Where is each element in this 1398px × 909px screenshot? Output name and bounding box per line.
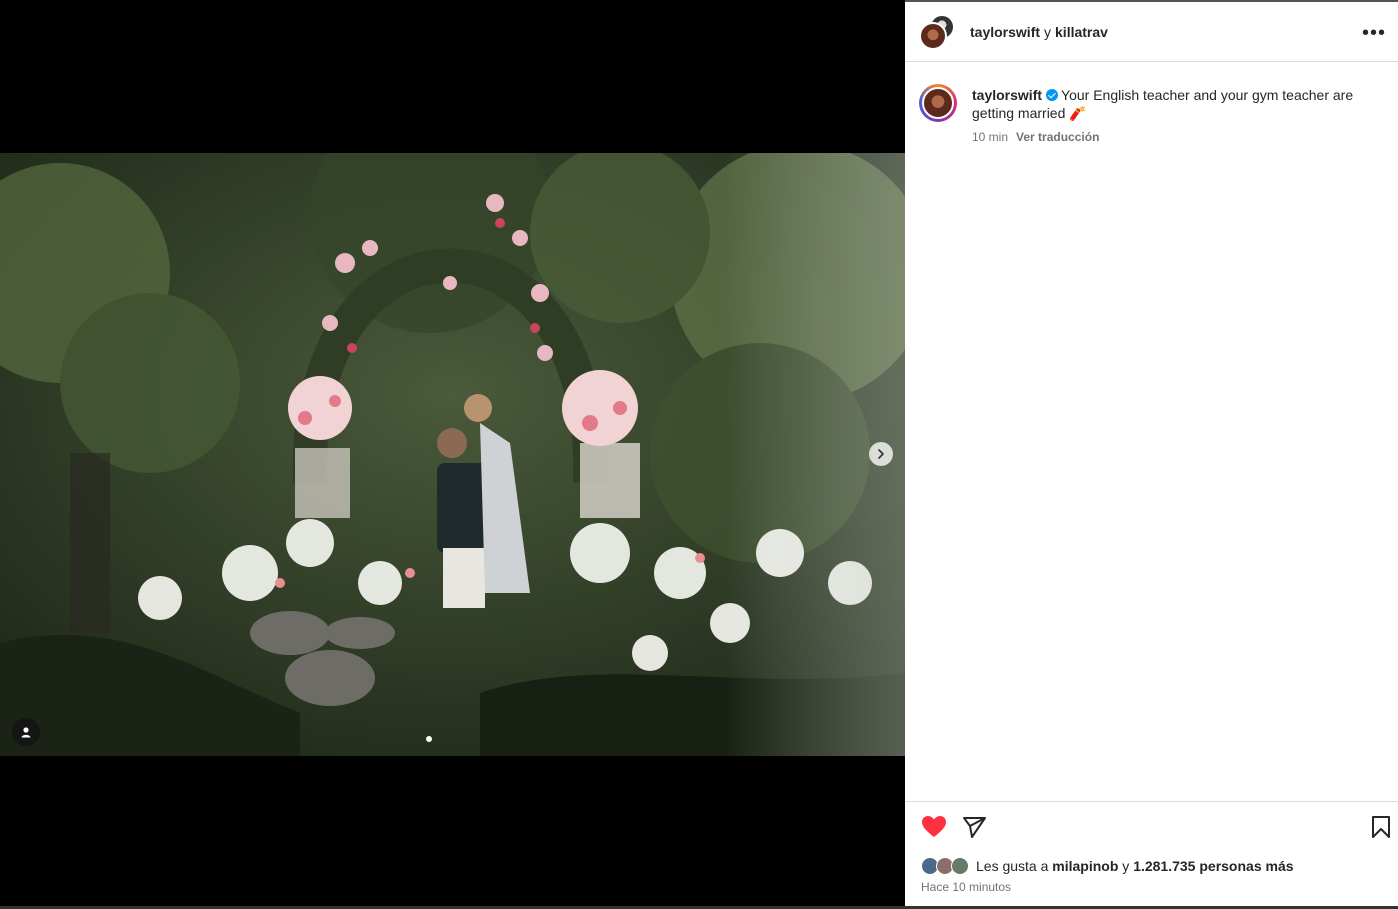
username-link[interactable]: killatrav	[1055, 24, 1108, 40]
media-pane	[0, 0, 905, 909]
liker-avatars[interactable]	[921, 857, 971, 875]
translate-link[interactable]: Ver traducción	[1016, 130, 1099, 144]
first-liker-link[interactable]: milapinob	[1052, 858, 1118, 874]
user-icon	[21, 727, 31, 738]
collab-usernames: taylorswift y killatrav	[970, 24, 1108, 40]
caption-username[interactable]: taylorswift	[972, 87, 1042, 103]
caption-body: taylorswift Your English teacher and your…	[972, 86, 1372, 122]
post-sidebar: taylorswift y killatrav ••• taylorswift You…	[905, 0, 1398, 909]
username-separator: y	[1044, 23, 1052, 40]
likes-summary: Les gusta a milapinob y 1.281.735 person…	[921, 857, 1294, 875]
collab-avatars[interactable]	[919, 13, 955, 50]
like-button[interactable]	[921, 815, 947, 844]
more-options-icon[interactable]: •••	[1362, 22, 1386, 45]
carousel-dot	[426, 736, 432, 742]
share-button[interactable]	[962, 815, 988, 844]
heart-icon	[922, 816, 946, 837]
chevron-right-icon	[878, 449, 884, 459]
likes-count-link[interactable]: 1.281.735 personas más	[1133, 858, 1293, 874]
verified-badge-icon	[1046, 89, 1059, 101]
post-header: taylorswift y killatrav •••	[905, 2, 1398, 62]
post-timestamp: Hace 10 minutos	[921, 880, 1012, 894]
likes-prefix: Les gusta a	[976, 858, 1049, 874]
carousel-next-button[interactable]	[869, 442, 893, 466]
avatar	[919, 21, 947, 50]
garden-scene	[0, 153, 905, 756]
action-bar	[921, 815, 1391, 841]
likes-connector: y	[1122, 858, 1130, 874]
tagged-users-button[interactable]	[12, 718, 40, 746]
divider	[905, 801, 1398, 802]
caption-avatar[interactable]	[919, 84, 957, 122]
username-link[interactable]: taylorswift	[970, 24, 1040, 40]
caption-meta: 10 min Ver traducción	[972, 130, 1099, 144]
save-button[interactable]	[1371, 815, 1391, 844]
post-photo[interactable]	[0, 153, 905, 756]
carousel-dots	[426, 736, 432, 742]
avatar	[951, 857, 969, 875]
caption-age: 10 min	[972, 130, 1009, 144]
send-icon	[963, 817, 986, 838]
firecracker-emoji: 🧨	[1069, 105, 1087, 121]
bookmark-icon	[1372, 816, 1390, 838]
